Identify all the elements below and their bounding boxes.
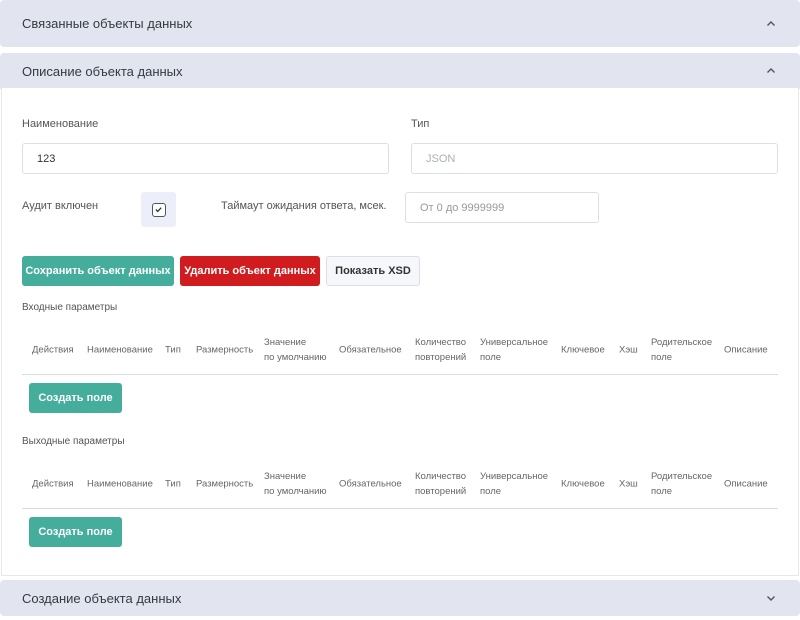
output-params-title: Выходные параметры — [22, 436, 125, 447]
col-default: Значение по умолчанию — [264, 470, 327, 497]
name-value: 123 — [37, 152, 56, 165]
output-params-table-header: Действия Наименование Тип Размерность Зн… — [22, 459, 778, 509]
audit-checkbox[interactable] — [151, 202, 166, 217]
timeout-label: Таймаут ожидания ответа, мсек. — [221, 200, 387, 212]
input-params-title: Входные параметры — [22, 302, 118, 313]
col-type: Тип — [165, 344, 181, 355]
timeout-placeholder: От 0 до 9999999 — [420, 201, 505, 214]
chevron-up-icon[interactable] — [764, 64, 778, 78]
create-output-field-button[interactable]: Создать поле — [29, 517, 122, 547]
chevron-down-icon[interactable] — [764, 591, 778, 605]
audit-label: Аудит включен — [22, 200, 99, 212]
col-key: Ключевое — [561, 344, 605, 355]
create-input-field-button[interactable]: Создать поле — [29, 383, 122, 413]
col-dimension: Размерность — [196, 344, 254, 355]
col-parent: Родительское поле — [651, 470, 713, 497]
check-icon — [155, 207, 162, 213]
col-actions: Действия — [32, 478, 74, 489]
col-name: Наименование — [87, 344, 153, 355]
show-xsd-button[interactable]: Показать XSD — [326, 256, 420, 286]
accordion-title: Связанные объекты данных — [22, 16, 193, 31]
col-key: Ключевое — [561, 478, 605, 489]
chevron-up-icon[interactable] — [764, 17, 778, 31]
col-description: Описание — [724, 344, 768, 355]
col-required: Обязательное — [339, 344, 402, 355]
name-input[interactable]: 123 — [22, 143, 389, 174]
col-hash: Хэш — [619, 344, 638, 355]
col-description: Описание — [724, 478, 768, 489]
save-object-button[interactable]: Сохранить объект данных — [22, 256, 174, 286]
accordion-related-objects[interactable]: Связанные объекты данных — [0, 0, 800, 47]
col-dimension: Размерность — [196, 478, 254, 489]
accordion-create-object[interactable]: Создание объекта данных — [0, 580, 800, 616]
type-value: JSON — [426, 152, 456, 165]
type-field: JSON — [411, 143, 778, 174]
type-label: Тип — [411, 118, 430, 130]
accordion-title: Описание объекта данных — [22, 63, 183, 79]
col-count: Количество повторений — [415, 336, 467, 363]
col-type: Тип — [165, 478, 181, 489]
col-default: Значение по умолчанию — [264, 336, 327, 363]
timeout-input[interactable]: От 0 до 9999999 — [405, 192, 599, 223]
accordion-object-description[interactable]: Описание объекта данных — [0, 53, 800, 89]
col-name: Наименование — [87, 478, 153, 489]
col-required: Обязательное — [339, 478, 402, 489]
delete-object-button[interactable]: Удалить объект данных — [180, 256, 320, 286]
col-parent: Родительское поле — [651, 336, 713, 363]
name-label: Наименование — [22, 118, 99, 130]
accordion-title: Создание объекта данных — [22, 590, 182, 606]
col-actions: Действия — [32, 344, 74, 355]
col-universal: Универсальное поле — [480, 336, 549, 363]
col-count: Количество повторений — [415, 470, 467, 497]
audit-checkbox-wrap[interactable] — [141, 192, 176, 227]
col-universal: Универсальное поле — [480, 470, 549, 497]
col-hash: Хэш — [619, 478, 638, 489]
input-params-table-header: Действия Наименование Тип Размерность Зн… — [22, 325, 778, 375]
